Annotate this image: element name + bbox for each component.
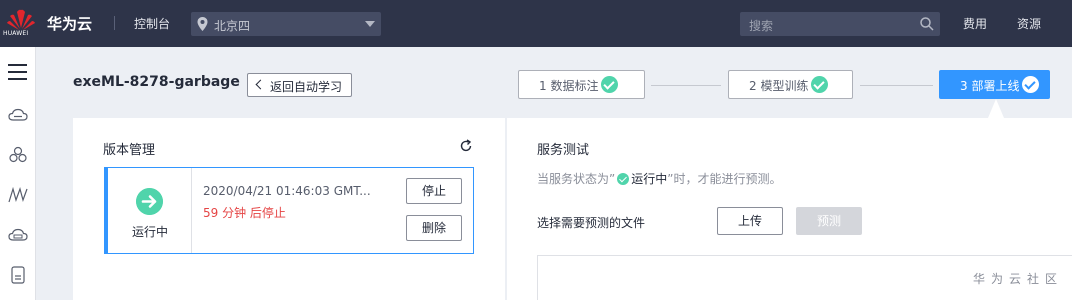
status-text: 运行中 (131, 225, 168, 239)
region-value: 北京四 (214, 19, 251, 33)
refresh-icon[interactable] (459, 139, 473, 153)
check-icon (1022, 76, 1039, 93)
back-button-label: 返回自动学习 (270, 80, 343, 94)
check-icon (617, 173, 630, 185)
nav-fees[interactable]: 费用 (963, 15, 987, 32)
stop-button[interactable]: 停止 (406, 178, 462, 204)
step-data-labeling[interactable]: 1 数据标注 (518, 70, 645, 99)
search-input[interactable]: 搜索 (740, 12, 940, 36)
hint-prefix: 当服务状态为” (537, 172, 616, 186)
service-panel-title: 服务测试 (537, 143, 590, 158)
search-icon[interactable] (919, 16, 935, 32)
left-rail (0, 47, 36, 300)
step-connector (860, 85, 933, 86)
hint-status: 运行中 (631, 172, 668, 186)
version-card[interactable]: 运行中 2020/04/21 01:46:03 GMT... 59 分钟 后停止… (104, 167, 474, 254)
search-placeholder: 搜索 (749, 19, 774, 33)
delete-button[interactable]: 删除 (406, 215, 462, 241)
logo-text: HUAWEI (3, 30, 29, 37)
step-model-training[interactable]: 2 模型训练 (728, 70, 853, 99)
auto-stop-info: 59 分钟 后停止 (203, 206, 286, 220)
step-label: 3 部署上线 (960, 79, 1020, 93)
location-pin-icon (197, 17, 208, 31)
version-management-panel: 版本管理 运行中 2020/04/21 01:46:03 GMT... 59 分… (73, 118, 505, 300)
predict-button[interactable]: 预测 (796, 207, 862, 235)
nav-resources[interactable]: 资源 (1017, 15, 1041, 32)
step-deploy[interactable]: 3 部署上线 (939, 70, 1050, 99)
check-icon (601, 76, 618, 93)
version-status: 运行中 (108, 168, 192, 253)
step-label: 2 模型训练 (749, 79, 809, 93)
divider (114, 16, 115, 30)
network-icon[interactable] (7, 184, 29, 206)
upload-button[interactable]: 上传 (717, 207, 783, 235)
hint-suffix: ”时，才能进行预测。 (667, 172, 782, 186)
console-link[interactable]: 控制台 (134, 15, 170, 32)
cluster-icon[interactable] (7, 144, 29, 166)
cloud-server-icon[interactable] (7, 104, 29, 126)
file-select-label: 选择需要预测的文件 (537, 216, 646, 230)
step-connector (651, 85, 721, 86)
chevron-left-icon (255, 79, 266, 90)
step-label: 1 数据标注 (539, 79, 599, 93)
version-timestamp: 2020/04/21 01:46:03 GMT... (203, 184, 371, 198)
chevron-down-icon (365, 21, 375, 27)
menu-icon[interactable] (8, 64, 27, 80)
check-icon (811, 76, 828, 93)
version-panel-title: 版本管理 (103, 143, 156, 158)
arrow-right-icon (136, 188, 163, 215)
brand-title[interactable]: 华为云 (47, 13, 92, 34)
database-icon[interactable] (7, 264, 29, 286)
top-bar: HUAWEI 华为云 控制台 北京四 搜索 费用 资源 (0, 0, 1072, 47)
page-title: exeML-8278-garbage (73, 74, 240, 90)
cloud-storage-icon[interactable] (7, 224, 29, 246)
active-step-pointer (988, 99, 1004, 118)
back-button[interactable]: 返回自动学习 (247, 73, 352, 97)
region-selector[interactable]: 北京四 (191, 12, 381, 36)
service-hint: 当服务状态为” 运行中”时，才能进行预测。 (537, 170, 781, 187)
watermark: 华为云社区 (973, 272, 1064, 286)
